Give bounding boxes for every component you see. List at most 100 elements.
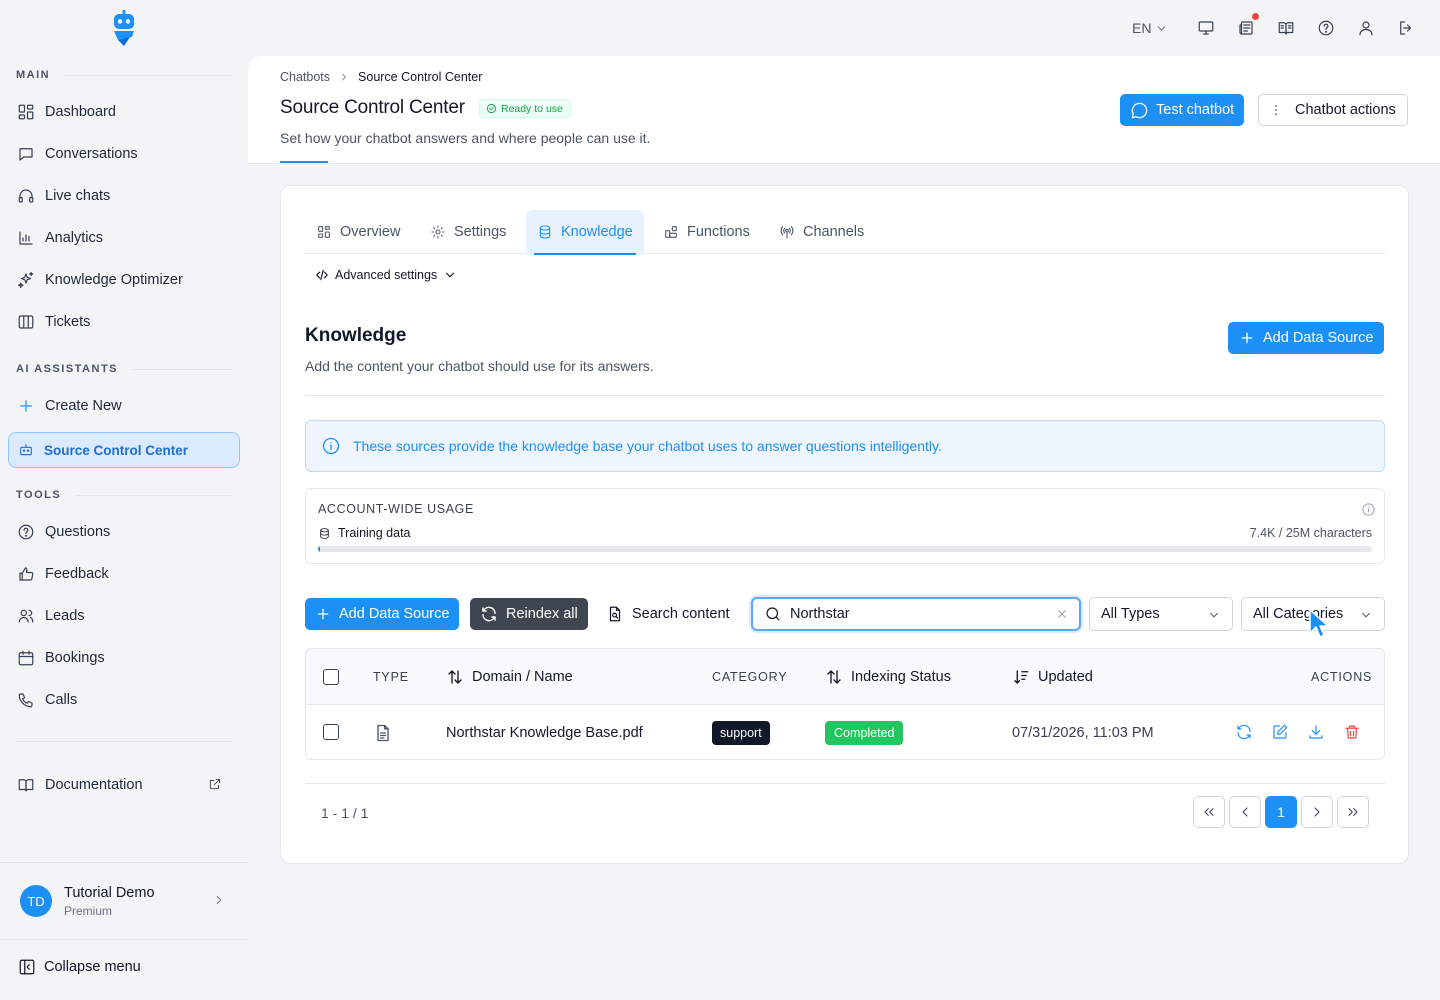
row-checkbox[interactable] xyxy=(323,724,339,740)
next-page-button[interactable] xyxy=(1301,796,1333,828)
add-data-source-header-button[interactable]: Add Data Source xyxy=(1228,322,1385,354)
search-content-button[interactable]: Search content xyxy=(606,598,730,630)
breadcrumb: Chatbots Source Control Center xyxy=(280,70,482,84)
sidebar-item-analytics[interactable]: Analytics xyxy=(8,220,240,256)
sidebar-item-bookings[interactable]: Bookings xyxy=(8,640,240,676)
broadcast-icon xyxy=(780,226,794,239)
sidebar-item-dashboard[interactable]: Dashboard xyxy=(8,94,240,130)
edit-icon xyxy=(1273,724,1288,739)
monitor-icon xyxy=(1198,21,1214,35)
row-name[interactable]: Northstar Knowledge Base.pdf xyxy=(446,705,643,760)
search-input[interactable] xyxy=(790,606,1040,622)
section-label-tools: TOOLS xyxy=(16,489,232,501)
advanced-settings-label: Advanced settings xyxy=(335,268,438,282)
tab-label: Settings xyxy=(454,224,507,240)
chatbot-actions-button[interactable]: Chatbot actions xyxy=(1258,94,1408,126)
type-filter-select[interactable]: All Types xyxy=(1089,597,1233,631)
tab-channels[interactable]: Channels xyxy=(768,210,875,254)
sidebar-item-tickets[interactable]: Tickets xyxy=(8,304,240,340)
delete-row-button[interactable] xyxy=(1343,723,1361,741)
test-chatbot-button[interactable]: Test chatbot xyxy=(1120,94,1245,126)
page-description: Set how your chatbot answers and where p… xyxy=(280,130,651,146)
info-icon[interactable] xyxy=(1361,502,1376,517)
select-all-checkbox[interactable] xyxy=(323,669,339,685)
column-name-sort[interactable]: Domain / Name xyxy=(446,649,573,705)
user-profile-card[interactable]: TD Tutorial Demo Premium xyxy=(0,863,248,939)
search-icon xyxy=(766,607,780,621)
docs-button[interactable] xyxy=(1276,16,1296,40)
last-page-button[interactable] xyxy=(1337,796,1369,828)
profile-button[interactable] xyxy=(1356,16,1376,40)
code-icon xyxy=(316,269,328,281)
reindex-row-button[interactable] xyxy=(1235,723,1253,741)
sidebar-item-knowledge-optimizer[interactable]: Knowledge Optimizer xyxy=(8,262,240,298)
download-row-button[interactable] xyxy=(1307,723,1325,741)
status-badge: Ready to use xyxy=(479,99,571,118)
sidebar-item-create-new[interactable]: Create New xyxy=(8,388,240,424)
tab-knowledge[interactable]: Knowledge xyxy=(526,210,644,255)
section-label-main: MAIN xyxy=(16,69,232,81)
chat-bubble-icon xyxy=(19,148,33,161)
page-title: Source Control Center xyxy=(280,97,465,118)
tab-label: Overview xyxy=(340,224,401,240)
column-status-sort[interactable]: Indexing Status xyxy=(825,649,951,705)
user-name: Tutorial Demo xyxy=(64,884,155,901)
help-button[interactable] xyxy=(1316,16,1336,40)
sort-arrows-icon xyxy=(827,670,841,684)
breadcrumb-chatbots-link[interactable]: Chatbots xyxy=(280,70,330,84)
usage-panel: ACCOUNT-WIDE USAGE Training data 7.4K / … xyxy=(305,488,1385,564)
sidebar-item-live-chats[interactable]: Live chats xyxy=(8,178,240,214)
newspaper-icon xyxy=(1239,21,1253,35)
breadcrumb-current: Source Control Center xyxy=(358,70,483,84)
previous-page-button[interactable] xyxy=(1229,796,1261,828)
tab-settings[interactable]: Settings xyxy=(419,210,517,254)
chevrons-left-icon xyxy=(1204,808,1214,816)
sidebar-item-documentation[interactable]: Documentation xyxy=(8,767,240,803)
dashboard-icon xyxy=(18,104,34,120)
mouse-cursor-icon xyxy=(1309,609,1329,638)
collapse-menu-button[interactable]: Collapse menu xyxy=(18,958,141,976)
sidebar-item-source-control-center[interactable]: Source Control Center xyxy=(8,432,240,468)
usage-label: Training data xyxy=(318,526,411,540)
sources-table: TYPE Domain / Name CATEGORY Indexing Sta… xyxy=(305,648,1385,760)
database-icon xyxy=(320,527,329,539)
category-badge: support xyxy=(712,720,770,745)
sidebar-item-questions[interactable]: Questions xyxy=(8,514,240,550)
sort-descending-icon xyxy=(1014,670,1029,684)
language-selector[interactable]: EN xyxy=(1132,16,1168,40)
clear-search-icon[interactable] xyxy=(1055,607,1069,621)
chevron-right-icon xyxy=(216,896,222,904)
section-description: Add the content your chatbot should use … xyxy=(305,358,654,374)
file-text-icon xyxy=(377,724,389,741)
first-page-button[interactable] xyxy=(1193,796,1225,828)
sidebar-item-label: Dashboard xyxy=(45,104,116,120)
edit-row-button[interactable] xyxy=(1271,723,1289,741)
add-data-source-button[interactable]: Add Data Source xyxy=(305,598,460,630)
chevron-right-icon xyxy=(1314,807,1320,817)
page-1-button[interactable]: 1 xyxy=(1265,796,1297,828)
sidebar-item-calls[interactable]: Calls xyxy=(8,682,240,718)
reindex-all-button[interactable]: Reindex all xyxy=(470,598,588,630)
brand-logo-icon[interactable] xyxy=(110,10,138,46)
logout-button[interactable] xyxy=(1396,16,1416,40)
chevron-down-icon xyxy=(1158,25,1166,31)
blocks-icon xyxy=(665,226,677,238)
column-updated-label: Updated xyxy=(1038,669,1093,685)
news-button[interactable] xyxy=(1236,13,1259,40)
add-data-source-label: Add Data Source xyxy=(1263,330,1374,346)
download-icon xyxy=(1309,725,1323,739)
sidebar-item-label: Conversations xyxy=(45,146,138,162)
pagination-divider xyxy=(305,783,1385,784)
advanced-settings-toggle[interactable]: Advanced settings xyxy=(315,268,457,282)
sidebar-item-feedback[interactable]: Feedback xyxy=(8,556,240,592)
column-type: TYPE xyxy=(373,670,409,684)
tab-overview[interactable]: Overview xyxy=(305,210,411,254)
monitor-button[interactable] xyxy=(1196,16,1216,40)
tab-label: Functions xyxy=(687,224,750,240)
sidebar-item-label: Tickets xyxy=(45,314,91,330)
sidebar-item-conversations[interactable]: Conversations xyxy=(8,136,240,172)
column-updated-sort[interactable]: Updated xyxy=(1012,649,1093,705)
grid-icon xyxy=(318,226,330,238)
tab-functions[interactable]: Functions xyxy=(652,210,761,254)
sidebar-item-leads[interactable]: Leads xyxy=(8,598,240,634)
